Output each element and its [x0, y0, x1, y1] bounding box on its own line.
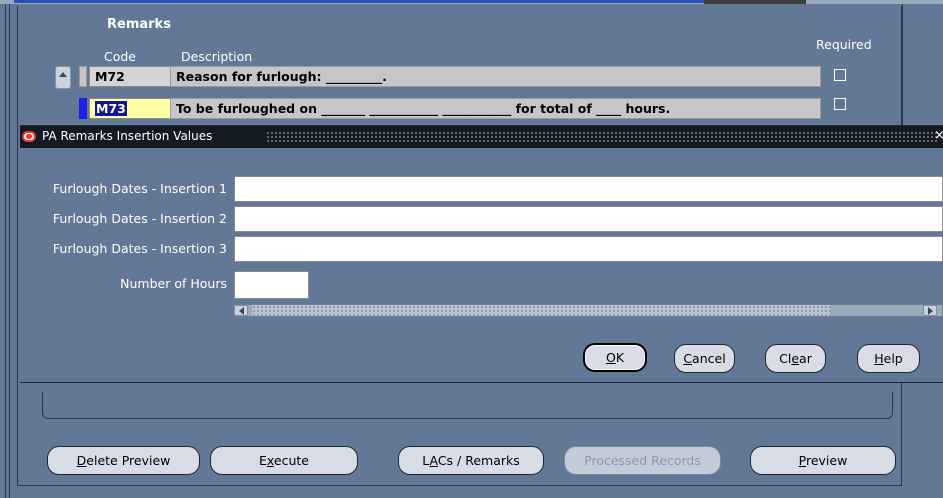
frame-line: [5, 4, 6, 498]
description-field[interactable]: Reason for furlough: _________.: [170, 66, 821, 87]
scrollbar-thumb[interactable]: [252, 305, 830, 316]
execute-label-pre: E: [259, 453, 267, 468]
ok-button[interactable]: OK: [583, 343, 647, 372]
help-mnemonic: H: [874, 351, 884, 366]
preview-button[interactable]: Preview: [750, 446, 896, 475]
insertion-values-dialog: PA Remarks Insertion Values × Furlough D…: [20, 125, 943, 383]
execute-mnemonic: x: [266, 453, 274, 468]
close-icon[interactable]: ×: [934, 128, 943, 143]
lacs-remarks-button[interactable]: LACs / Remarks: [398, 446, 544, 475]
help-label: elp: [883, 351, 903, 366]
clear-button[interactable]: Clear: [765, 344, 826, 373]
cancel-button[interactable]: Cancel: [674, 344, 735, 373]
row-marker[interactable]: [79, 66, 87, 87]
scroll-left-icon[interactable]: [234, 305, 248, 316]
frame-line: [9, 4, 10, 498]
lacs-mnemonic: A: [429, 453, 438, 468]
clear-label: ar: [799, 351, 812, 366]
furlough-dates-insertion-3-input[interactable]: [234, 236, 943, 262]
delete-preview-label: elete Preview: [86, 453, 171, 468]
delete-preview-mnemonic: D: [76, 453, 87, 468]
title-bar-grip: [266, 131, 938, 142]
execute-label: ecute: [273, 453, 309, 468]
preview-label: review: [805, 453, 848, 468]
row-marker-active[interactable]: [79, 98, 87, 119]
cancel-mnemonic: C: [683, 351, 693, 366]
clear-mnemonic: e: [791, 351, 800, 366]
clear-label-pre: Cl: [779, 351, 792, 366]
code-field[interactable]: M72: [89, 66, 171, 87]
required-checkbox[interactable]: [834, 69, 846, 81]
ok-label: K: [615, 350, 625, 365]
cancel-label: ancel: [692, 351, 726, 366]
code-column-header: Code: [104, 49, 137, 64]
scroll-right-icon[interactable]: [923, 305, 937, 316]
field-label-insertion-1: Furlough Dates - Insertion 1: [52, 181, 227, 196]
code-field-selected[interactable]: M73: [89, 98, 171, 119]
code-value: M72: [95, 69, 125, 84]
remarks-title: Remarks: [107, 17, 171, 32]
top-strip-accent: [14, 0, 704, 3]
furlough-dates-insertion-1-input[interactable]: [234, 176, 943, 202]
frame-line: [902, 4, 903, 125]
field-label-insertion-3: Furlough Dates - Insertion 3: [52, 241, 227, 256]
dialog-title: PA Remarks Insertion Values: [42, 129, 213, 143]
inner-panel-border: [42, 392, 893, 419]
code-value: M73: [95, 101, 127, 116]
number-of-hours-input[interactable]: [234, 271, 309, 299]
field-label-insertion-2: Furlough Dates - Insertion 2: [52, 211, 227, 226]
description-column-header: Description: [181, 49, 253, 64]
field-label-number-of-hours: Number of Hours: [120, 276, 227, 291]
top-strip-block: [704, 0, 806, 4]
required-checkbox[interactable]: [834, 98, 846, 110]
oracle-logo-icon: [22, 131, 36, 142]
processed-records-button[interactable]: Processed Records: [564, 446, 721, 475]
description-field[interactable]: To be furloughed on _______ ___________ …: [170, 98, 821, 119]
delete-preview-button[interactable]: Delete Preview: [47, 446, 200, 475]
lacs-remarks-label: Cs / Remarks: [437, 453, 520, 468]
required-column-header: Required: [816, 37, 872, 52]
scroll-up-icon[interactable]: [55, 66, 71, 89]
furlough-dates-insertion-2-input[interactable]: [234, 206, 943, 232]
ok-mnemonic: O: [605, 350, 616, 365]
execute-button[interactable]: Execute: [210, 446, 358, 475]
help-button[interactable]: Help: [857, 344, 920, 373]
preview-mnemonic: P: [798, 453, 806, 468]
